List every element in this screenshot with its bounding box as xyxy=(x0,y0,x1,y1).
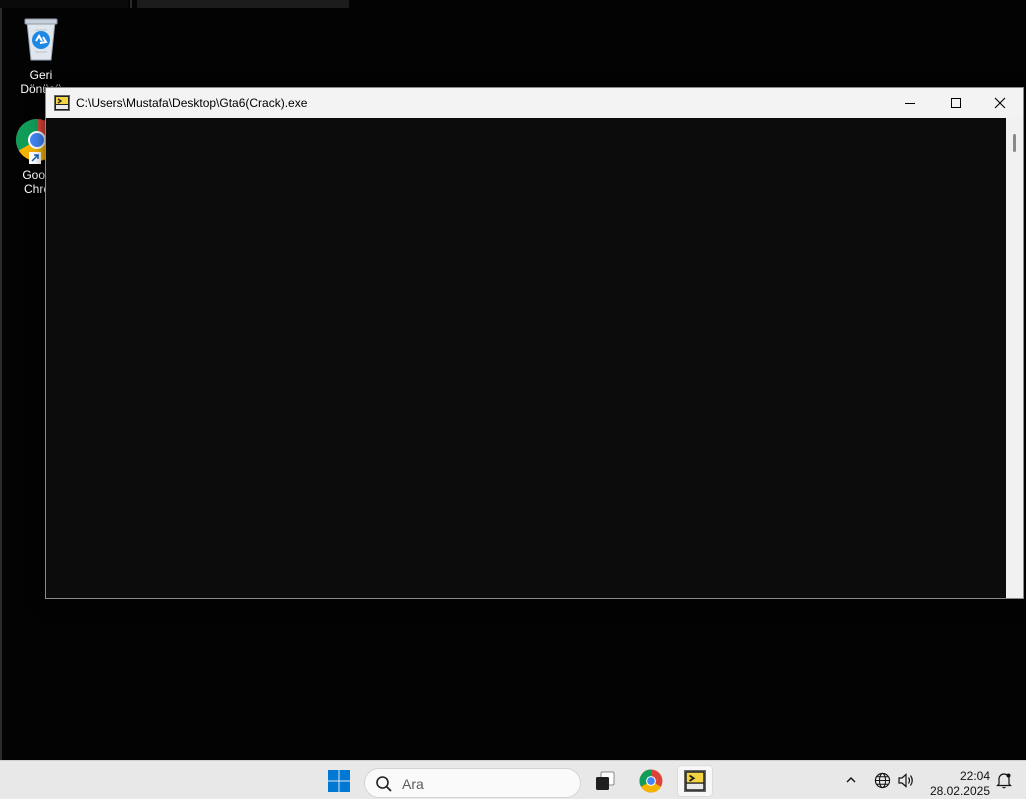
volume-icon xyxy=(898,772,913,788)
minimize-button[interactable] xyxy=(887,88,933,118)
taskbar-search[interactable] xyxy=(364,768,581,798)
taskbar-chrome[interactable] xyxy=(633,765,669,797)
task-view-button[interactable] xyxy=(587,765,623,797)
network-button[interactable] xyxy=(872,770,892,790)
close-icon xyxy=(994,97,1006,109)
start-icon xyxy=(328,770,350,792)
taskbar: 22:04 28.02.2025 xyxy=(0,760,1026,799)
tray-overflow-button[interactable] xyxy=(841,770,861,790)
close-button[interactable] xyxy=(977,88,1023,118)
taskbar-console-app[interactable] xyxy=(677,765,713,797)
top-divider xyxy=(130,0,132,8)
start-button[interactable] xyxy=(321,765,357,797)
maximize-button[interactable] xyxy=(933,88,979,118)
console-app-icon xyxy=(684,770,706,792)
volume-button[interactable] xyxy=(896,770,916,790)
console-output-area[interactable] xyxy=(46,118,1006,598)
background-window-strip[interactable] xyxy=(137,0,349,8)
console-window[interactable]: C:\Users\Mustafa\Desktop\Gta6(Crack).exe xyxy=(45,87,1024,599)
vertical-scrollbar[interactable] xyxy=(1006,118,1023,598)
scrollbar-thumb[interactable] xyxy=(1013,134,1016,152)
minimize-icon xyxy=(905,103,915,104)
notification-icon xyxy=(996,772,1012,788)
window-title: C:\Users\Mustafa\Desktop\Gta6(Crack).exe xyxy=(76,96,308,110)
desktop-icon-recycle-bin[interactable]: Geri Dönüşü xyxy=(1,16,81,96)
title-bar[interactable]: C:\Users\Mustafa\Desktop\Gta6(Crack).exe xyxy=(46,88,1023,118)
top-window-strip xyxy=(0,0,128,8)
console-app-icon xyxy=(54,95,70,111)
search-input[interactable] xyxy=(400,773,574,795)
notification-button[interactable] xyxy=(994,770,1014,790)
chevron-up-icon xyxy=(846,777,856,783)
clock-date: 28.02.2025 xyxy=(929,784,990,798)
recycle-bin-icon xyxy=(21,16,61,62)
network-globe-icon xyxy=(874,772,890,788)
chrome-icon xyxy=(639,769,663,793)
maximize-icon xyxy=(951,98,961,108)
desktop: Geri Dönüşü Goog Chro C:\Users\Mustafa\D… xyxy=(0,0,1026,760)
task-view-icon xyxy=(596,771,615,790)
desktop-icon-label: Geri xyxy=(29,68,53,82)
clock-time: 22:04 xyxy=(959,769,990,783)
search-icon xyxy=(375,775,393,798)
taskbar-clock[interactable]: 22:04 28.02.2025 xyxy=(920,769,990,799)
shortcut-arrow-icon xyxy=(29,152,41,164)
